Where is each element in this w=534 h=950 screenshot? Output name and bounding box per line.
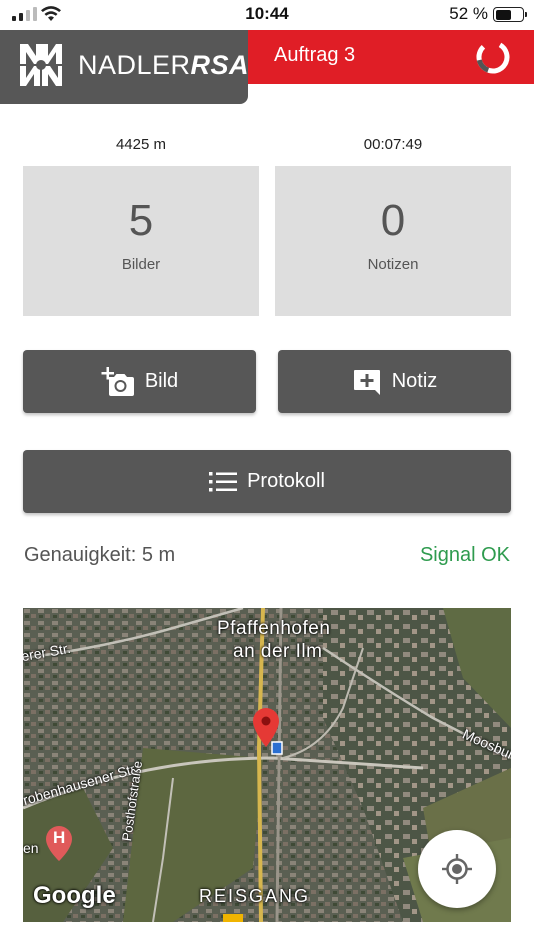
images-label: Bilder [121, 256, 161, 273]
list-icon [209, 471, 238, 491]
status-bar: 10:44 52 % [0, 0, 534, 30]
images-count: 5 [128, 196, 154, 245]
protocol-label: Protokoll [247, 470, 325, 492]
job-title: Auftrag 3 [274, 44, 356, 66]
hospital-marker[interactable]: H [53, 828, 65, 848]
battery-percentage: 52 % [449, 4, 488, 23]
battery-icon [493, 7, 527, 22]
protocol-button[interactable]: Protokoll [23, 450, 511, 513]
sync-status-icon[interactable] [474, 38, 512, 76]
duration-value: 00:07:49 [363, 136, 423, 153]
my-location-button[interactable] [418, 830, 496, 908]
app-header: Auftrag 3 NADLERRSA [0, 30, 534, 104]
distance-value: 4425 m [115, 136, 167, 153]
notes-count: 0 [380, 196, 406, 245]
google-attribution: Google [33, 882, 116, 909]
brand-name: NADLERRSA [78, 50, 250, 80]
add-image-button[interactable]: Bild [23, 350, 256, 413]
map-town-label: Pfaffenhofen [217, 618, 331, 639]
images-count-tile: 5 Bilder [23, 166, 259, 316]
add-note-button[interactable]: Notiz [278, 350, 511, 413]
add-image-label: Bild [144, 370, 179, 392]
brand-logo: NADLERRSA [0, 30, 250, 104]
map-town-label-2: an der Ilm [233, 641, 323, 662]
add-comment-icon [353, 369, 380, 395]
add-note-label: Notiz [391, 370, 438, 392]
notes-count-tile: 0 Notizen [275, 166, 511, 316]
gps-fixed-icon [442, 854, 472, 884]
job-header-bar: Auftrag 3 [230, 30, 534, 84]
map-label-fragment: en [23, 840, 39, 856]
gps-signal-status: Signal OK [419, 544, 510, 566]
gps-accuracy: Genauigkeit: 5 m [24, 544, 176, 566]
map-district-label: REISGANG [199, 886, 311, 906]
nadler-logo-icon [20, 44, 62, 86]
add-photo-icon [101, 366, 134, 396]
notes-label: Notizen [367, 256, 419, 273]
